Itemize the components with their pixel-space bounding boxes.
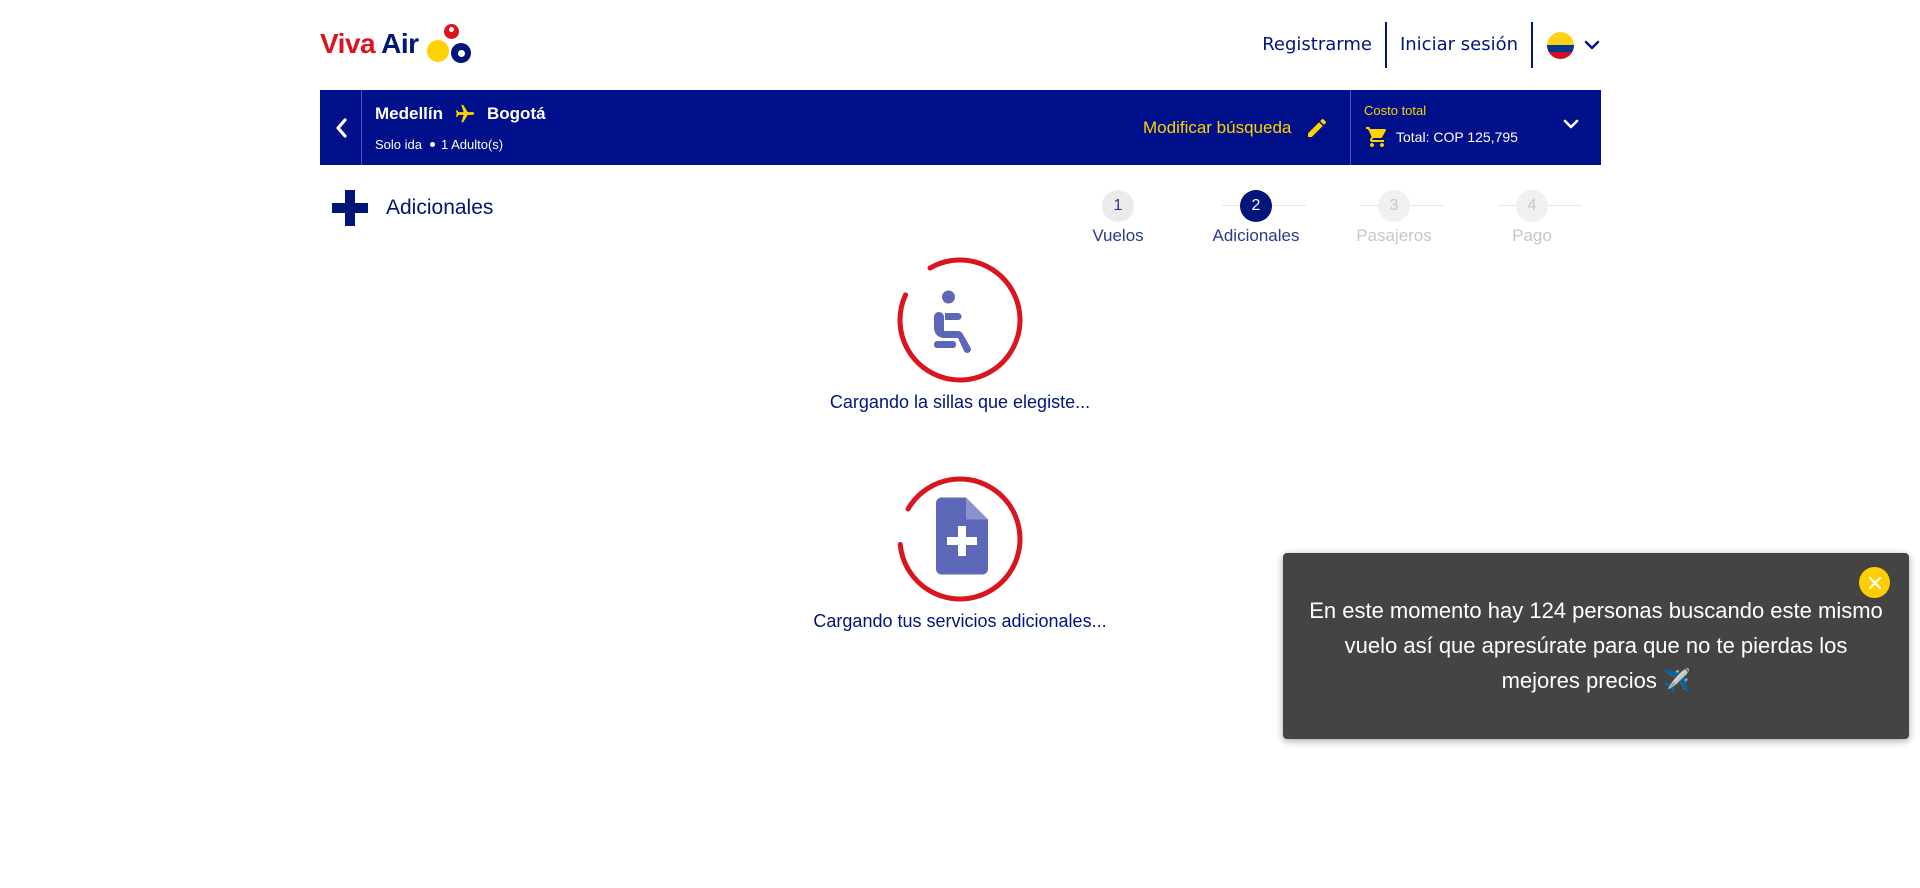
plane-icon bbox=[453, 103, 477, 125]
step-label: Pago bbox=[1512, 226, 1552, 245]
modify-search-label: Modificar búsqueda bbox=[1143, 117, 1292, 137]
register-link[interactable]: Registrarme bbox=[1249, 22, 1385, 68]
loader-text: Cargando la sillas que elegiste... bbox=[829, 392, 1091, 412]
chevron-down-icon bbox=[1563, 119, 1579, 129]
origin-city: Medellín bbox=[375, 104, 444, 123]
cart-icon bbox=[1366, 127, 1387, 147]
logo-dots-icon bbox=[423, 24, 473, 64]
step-number: 3 bbox=[1378, 190, 1410, 222]
seat-icon bbox=[934, 290, 971, 353]
top-nav: Registrarme Iniciar sesión bbox=[1249, 22, 1600, 68]
seats-loader: Cargando la sillas que elegiste... bbox=[780, 256, 1140, 413]
language-selector[interactable] bbox=[1533, 22, 1600, 68]
notification-toast: En este momento hay 124 personas buscand… bbox=[1283, 553, 1909, 739]
plus-icon bbox=[332, 190, 368, 226]
pencil-icon bbox=[1308, 118, 1327, 137]
trip-details: Solo ida 1 Adulto(s) bbox=[375, 137, 503, 152]
loader-text: Cargando tus servicios adicionales... bbox=[813, 611, 1107, 631]
viva-air-logo[interactable]: Viva Air bbox=[320, 24, 473, 64]
destination-city: Bogotá bbox=[487, 104, 546, 123]
logo-text-viva: Viva bbox=[320, 28, 376, 59]
total-cost-label: Costo total bbox=[1364, 103, 1427, 118]
step-vuelos[interactable]: 1 Vuelos bbox=[1058, 190, 1178, 246]
login-link[interactable]: Iniciar sesión bbox=[1387, 22, 1531, 68]
chevron-left-icon bbox=[335, 117, 347, 138]
toast-message: En este momento hay 124 personas buscand… bbox=[1309, 598, 1883, 693]
step-label: Adicionales bbox=[1212, 226, 1300, 245]
loading-spinner bbox=[897, 257, 1023, 383]
search-summary-bar: Medellín Bogotá Solo ida 1 Adulto(s) Mod… bbox=[320, 90, 1601, 165]
route: Medellín Bogotá bbox=[375, 103, 546, 125]
colombia-flag-icon bbox=[1547, 31, 1574, 59]
section-header: Adicionales bbox=[332, 190, 493, 226]
loading-spinner bbox=[897, 476, 1023, 602]
total-cost-row: Total: COP 125,795 bbox=[1364, 125, 1518, 149]
section-title: Adicionales bbox=[386, 196, 494, 219]
back-button[interactable] bbox=[320, 90, 362, 165]
total-cost-value: Total: COP 125,795 bbox=[1396, 129, 1518, 145]
additional-services-loader: Cargando tus servicios adicionales... bbox=[780, 475, 1140, 632]
step-number: 2 bbox=[1240, 190, 1272, 222]
step-adicionales: 2 Adicionales bbox=[1196, 190, 1316, 246]
step-number: 4 bbox=[1516, 190, 1548, 222]
modify-search-button[interactable]: Modificar búsqueda bbox=[1143, 90, 1329, 165]
step-label: Vuelos bbox=[1092, 226, 1144, 245]
passenger-count: 1 Adulto(s) bbox=[440, 137, 504, 152]
total-cost-dropdown[interactable]: Costo total Total: COP 125,795 bbox=[1350, 90, 1601, 165]
step-pago: 4 Pago bbox=[1472, 190, 1592, 246]
document-plus-icon bbox=[936, 497, 988, 575]
logo-text-air: Air bbox=[381, 28, 419, 59]
chevron-down-icon bbox=[1584, 40, 1600, 50]
step-number: 1 bbox=[1102, 190, 1134, 222]
step-label: Pasajeros bbox=[1356, 226, 1432, 245]
close-icon bbox=[1868, 576, 1881, 589]
bullet-separator bbox=[429, 142, 435, 147]
trip-type: Solo ida bbox=[375, 137, 422, 152]
step-pasajeros: 3 Pasajeros bbox=[1334, 190, 1454, 246]
progress-stepper: 1 Vuelos 2 Adicionales 3 Pasajeros 4 Pag… bbox=[1088, 190, 1582, 250]
